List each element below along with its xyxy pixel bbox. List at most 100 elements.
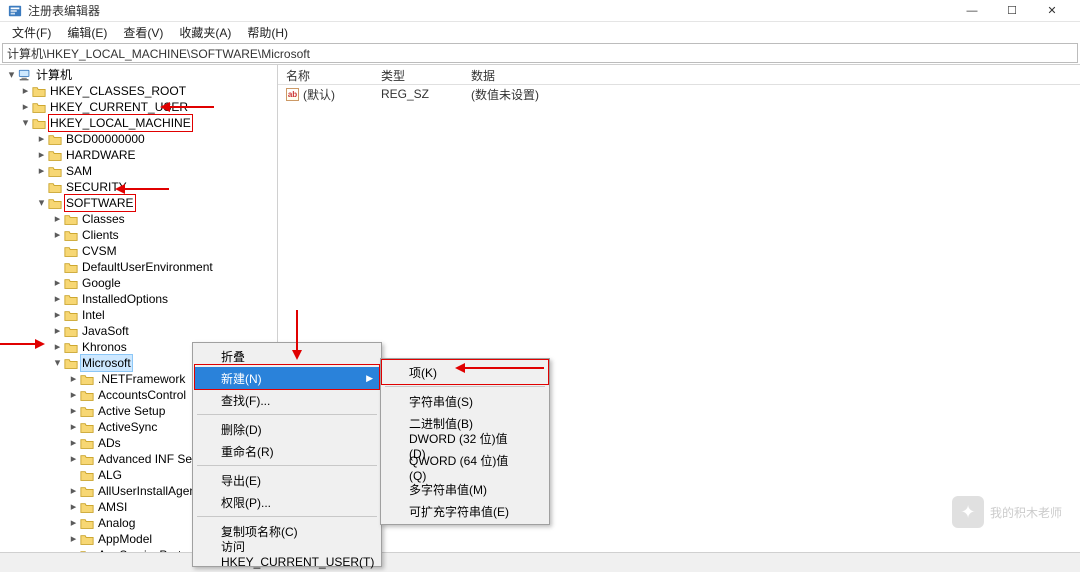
tree-node-hkcr[interactable]: HKEY_CLASSES_ROOT [2,83,277,99]
chevron-right-icon[interactable] [52,342,63,353]
chevron-right-icon[interactable] [68,486,79,497]
tree-node-clients[interactable]: Clients [2,227,277,243]
ctx-permissions[interactable]: 权限(P)... [195,491,379,513]
chevron-right-icon[interactable] [68,534,79,545]
folder-icon [80,421,94,433]
tree-node-cvsm[interactable]: CVSM [2,243,277,259]
chevron-right-icon[interactable] [68,454,79,465]
chevron-right-icon[interactable] [52,326,63,337]
tree-node-due[interactable]: DefaultUserEnvironment [2,259,277,275]
address-bar[interactable]: 计算机\HKEY_LOCAL_MACHINE\SOFTWARE\Microsof… [2,43,1078,63]
folder-icon [32,85,46,97]
tree-node-hkcu[interactable]: HKEY_CURRENT_USER [2,99,277,115]
chevron-right-icon[interactable] [52,230,63,241]
folder-icon [32,117,46,129]
chevron-down-icon[interactable] [52,358,63,369]
tree-node-hklm[interactable]: HKEY_LOCAL_MACHINE [2,115,277,131]
chevron-right-icon[interactable] [20,86,31,97]
col-name[interactable]: 名称 [278,65,373,84]
menu-favorites[interactable]: 收藏夹(A) [171,24,239,41]
menu-edit[interactable]: 编辑(E) [59,24,115,41]
chevron-right-icon[interactable] [68,502,79,513]
ctx-find[interactable]: 查找(F)... [195,389,379,411]
chevron-right-icon[interactable] [68,422,79,433]
chevron-right-icon[interactable] [36,166,47,177]
tree-node-security[interactable]: SECURITY [2,179,277,195]
maximize-button[interactable]: ☐ [992,0,1032,22]
folder-icon [64,309,78,321]
folder-icon [80,373,94,385]
window-title: 注册表编辑器 [28,2,952,19]
list-row-default[interactable]: ab(默认) REG_SZ (数值未设置) [278,85,1080,103]
status-bar [0,552,1080,572]
separator [197,414,377,415]
chevron-down-icon[interactable] [6,70,17,81]
chevron-right-icon[interactable] [20,102,31,113]
folder-icon [64,245,78,257]
close-button[interactable]: ✕ [1032,0,1072,22]
sub-qword[interactable]: QWORD (64 位)值(Q) [383,456,547,478]
chevron-right-icon[interactable] [68,374,79,385]
ctx-export[interactable]: 导出(E) [195,469,379,491]
tree-node-bcd[interactable]: BCD00000000 [2,131,277,147]
folder-icon [48,165,62,177]
chevron-right-icon[interactable] [68,406,79,417]
chevron-right-icon[interactable] [52,278,63,289]
node-label: Analog [97,515,136,531]
node-label: InstalledOptions [81,291,169,307]
node-label: BCD00000000 [65,131,146,147]
chevron-right-icon[interactable] [68,518,79,529]
menubar: 文件(F) 编辑(E) 查看(V) 收藏夹(A) 帮助(H) [0,22,1080,42]
node-label: AllUserInstallAgent [97,483,200,499]
value-data: (数值未设置) [463,86,1080,103]
col-type[interactable]: 类型 [373,65,463,84]
sub-expand[interactable]: 可扩充字符串值(E) [383,500,547,522]
chevron-right-icon[interactable] [52,310,63,321]
tree-node-installedoptions[interactable]: InstalledOptions [2,291,277,307]
ctx-new[interactable]: 新建(N)▶ [195,367,379,389]
node-label: SECURITY [65,179,128,195]
node-label: Intel [81,307,106,323]
node-label: AMSI [97,499,128,515]
minimize-button[interactable]: — [952,0,992,22]
chevron-right-icon[interactable] [68,390,79,401]
folder-icon [48,197,62,209]
chevron-right-icon[interactable] [52,294,63,305]
menu-help[interactable]: 帮助(H) [239,24,296,41]
folder-icon [32,101,46,113]
tree-node-classes[interactable]: Classes [2,211,277,227]
tree-node-software[interactable]: SOFTWARE [2,195,277,211]
separator [197,516,377,517]
col-data[interactable]: 数据 [463,65,1080,84]
chevron-down-icon[interactable] [36,198,47,209]
window-controls: — ☐ ✕ [952,0,1072,22]
menu-view[interactable]: 查看(V) [115,24,171,41]
sub-multi[interactable]: 多字符串值(M) [383,478,547,500]
chevron-right-icon[interactable] [52,214,63,225]
ctx-gotohkcu[interactable]: 访问 HKEY_CURRENT_USER(T) [195,542,379,564]
chevron-right-icon[interactable] [36,150,47,161]
chevron-right-icon[interactable] [36,134,47,145]
tree-node-intel[interactable]: Intel [2,307,277,323]
node-label: SAM [65,163,93,179]
tree-node-computer[interactable]: 计算机 [2,67,277,83]
tree-node-sam[interactable]: SAM [2,163,277,179]
ctx-delete[interactable]: 删除(D) [195,418,379,440]
sub-string[interactable]: 字符串值(S) [383,390,547,412]
chevron-down-icon[interactable] [20,118,31,129]
ctx-rename[interactable]: 重命名(R) [195,440,379,462]
folder-icon [64,293,78,305]
tree-node-javasoft[interactable]: JavaSoft [2,323,277,339]
node-label: CVSM [81,243,118,259]
ctx-collapse[interactable]: 折叠 [195,345,379,367]
menu-file[interactable]: 文件(F) [4,24,59,41]
folder-icon [80,405,94,417]
folder-icon [48,149,62,161]
sub-key[interactable]: 项(K) [383,361,547,383]
folder-icon [80,517,94,529]
folder-icon [80,533,94,545]
tree-node-hardware[interactable]: HARDWARE [2,147,277,163]
tree-node-google[interactable]: Google [2,275,277,291]
chevron-right-icon[interactable] [68,438,79,449]
folder-icon [48,133,62,145]
